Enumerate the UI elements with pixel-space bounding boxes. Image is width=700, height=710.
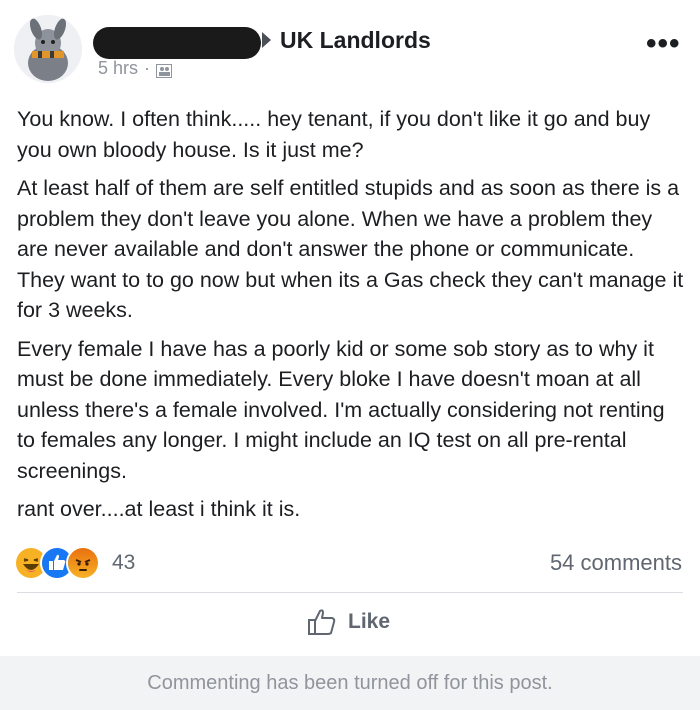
post-meta: 5 hrs ·	[98, 58, 173, 79]
reactions-summary[interactable]: 43	[14, 546, 135, 580]
post-body: You know. I often think..... hey tenant,…	[17, 104, 687, 533]
like-button[interactable]: Like	[306, 606, 390, 638]
divider	[17, 592, 683, 593]
avatar[interactable]	[14, 15, 82, 83]
comments-count-link[interactable]: 54 comments	[550, 550, 682, 576]
post-timestamp[interactable]: 5 hrs	[98, 58, 138, 79]
post-paragraph: At least half of them are self entitled …	[17, 176, 684, 322]
post-header: UK Landlords 5 hrs · •••	[0, 0, 700, 100]
group-name-link[interactable]: UK Landlords	[280, 27, 431, 54]
group-privacy-icon	[156, 62, 173, 78]
post-paragraph: Every female I have has a poorly kid or …	[17, 336, 665, 483]
like-button-label: Like	[348, 610, 391, 633]
meta-separator: ·	[144, 58, 151, 78]
thumbs-up-icon	[308, 609, 336, 635]
angry-icon	[66, 546, 100, 580]
comments-disabled-notice: Commenting has been turned off for this …	[0, 656, 700, 710]
more-options-icon[interactable]: •••	[646, 29, 681, 59]
reaction-count: 43	[112, 551, 136, 574]
post-paragraph: rant over....at least i think it is.	[17, 497, 301, 521]
post-paragraph: You know. I often think..... hey tenant,…	[17, 107, 651, 162]
redacted-author-name	[93, 27, 261, 59]
shared-to-arrow-icon	[262, 32, 271, 48]
